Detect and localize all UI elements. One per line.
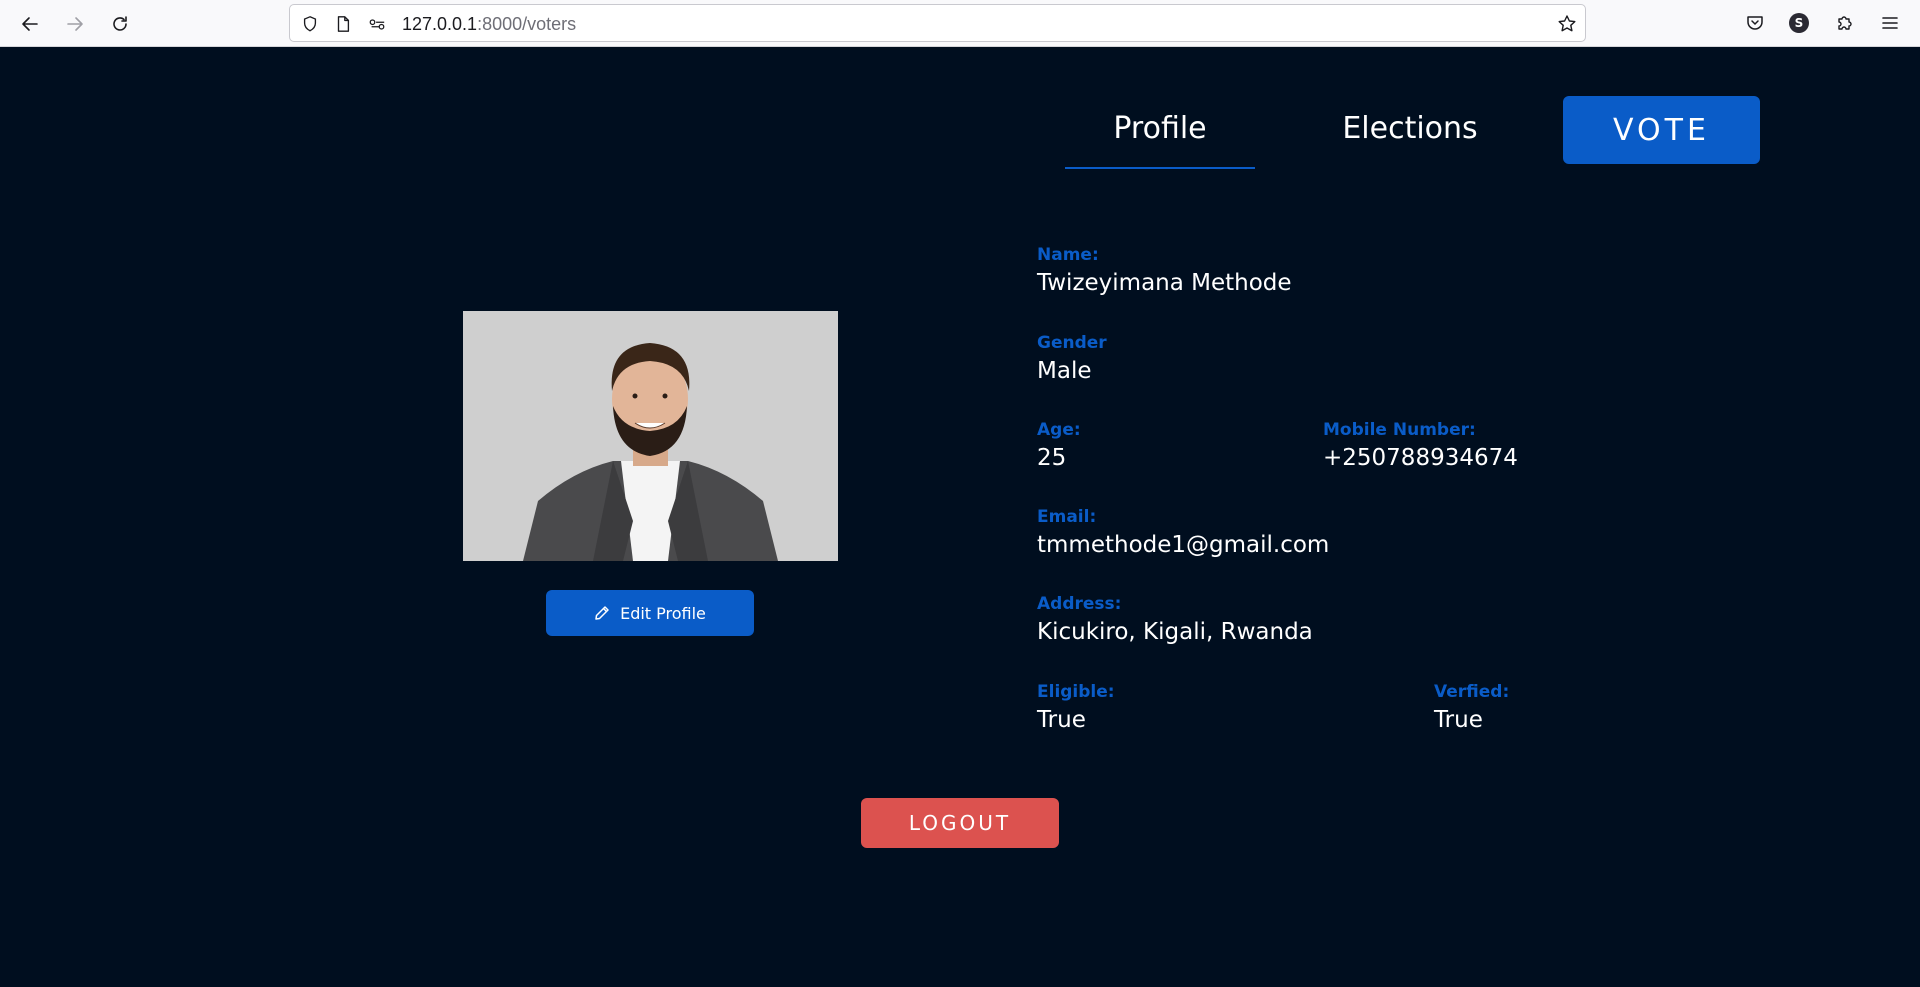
tab-elections[interactable]: Elections (1320, 111, 1500, 157)
name-label: Name: (1037, 245, 1099, 265)
gender-value: Male (1037, 358, 1092, 384)
account-button[interactable]: S (1786, 10, 1812, 36)
tab-profile-label: Profile (1113, 111, 1207, 146)
shield-icon[interactable] (300, 14, 320, 34)
reload-icon (113, 16, 127, 31)
account-avatar: S (1789, 13, 1809, 33)
url-text[interactable]: 127.0.0.1:8000/voters (402, 14, 576, 35)
url-path: :8000/voters (477, 14, 577, 34)
email-value: tmmethode1@gmail.com (1037, 532, 1330, 558)
gender-label: Gender (1037, 333, 1107, 353)
edit-profile-button[interactable]: Edit Profile (546, 590, 754, 636)
browser-toolbar: 127.0.0.1:8000/voters S (0, 0, 1920, 47)
mobile-value: +250788934674 (1323, 445, 1518, 471)
tab-elections-label: Elections (1342, 111, 1478, 146)
vote-button[interactable]: VOTE (1563, 96, 1760, 164)
eligible-label: Eligible: (1037, 682, 1115, 702)
hamburger-icon (1882, 17, 1898, 29)
person-portrait-image (463, 311, 838, 561)
mobile-label: Mobile Number: (1323, 420, 1476, 440)
profile-photo (463, 311, 838, 561)
address-bar[interactable]: 127.0.0.1:8000/voters (289, 4, 1586, 42)
menu-button[interactable] (1877, 10, 1903, 36)
puzzle-icon (1838, 16, 1852, 30)
permissions-icon[interactable] (367, 14, 387, 34)
tab-profile[interactable]: Profile (1065, 111, 1255, 169)
voter-profile-page: Profile Elections VOTE Edit Profile Name… (0, 48, 1920, 987)
reload-button[interactable] (104, 8, 136, 40)
eligible-value: True (1037, 707, 1086, 733)
edit-profile-label: Edit Profile (620, 603, 706, 623)
active-tab-underline (1065, 167, 1255, 169)
age-label: Age: (1037, 420, 1081, 440)
url-host: 127.0.0.1 (402, 14, 478, 34)
name-value: Twizeyimana Methode (1037, 270, 1292, 296)
verified-value: True (1434, 707, 1483, 733)
arrow-right-icon (67, 17, 83, 31)
email-label: Email: (1037, 507, 1097, 527)
pocket-button[interactable] (1742, 10, 1768, 36)
page-icon[interactable] (333, 14, 353, 34)
forward-button[interactable] (59, 8, 91, 40)
bookmark-star-icon[interactable] (1557, 14, 1577, 34)
address-label: Address: (1037, 594, 1122, 614)
arrow-left-icon (22, 17, 38, 31)
back-button[interactable] (14, 8, 46, 40)
pencil-icon (595, 606, 609, 620)
age-value: 25 (1037, 445, 1067, 471)
pocket-icon (1747, 16, 1763, 30)
extensions-button[interactable] (1832, 10, 1858, 36)
address-value: Kicukiro, Kigali, Rwanda (1037, 619, 1313, 645)
logout-button[interactable]: LOGOUT (861, 798, 1059, 848)
verified-label: Verfied: (1434, 682, 1510, 702)
